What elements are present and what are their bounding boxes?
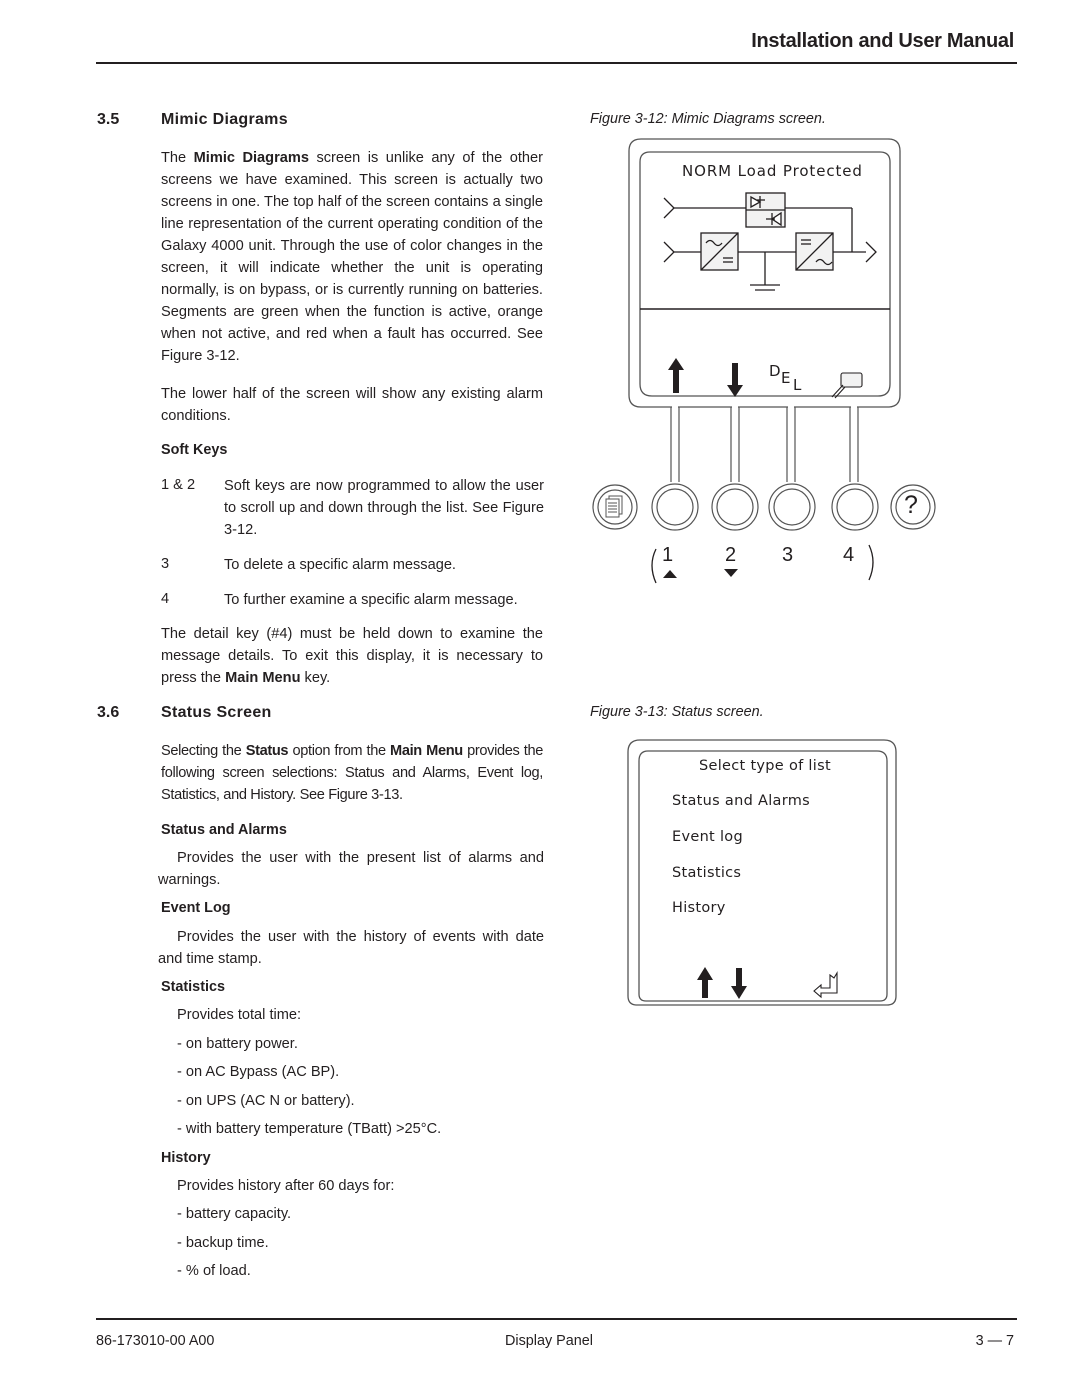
section-number: 3.6 — [97, 704, 120, 721]
rectifier-icon — [700, 232, 739, 271]
delete-icon-d: D — [769, 362, 781, 380]
footer-doc-number: 86-173010-00 A00 — [96, 1333, 215, 1349]
bypass-input-arrow-icon — [663, 197, 675, 219]
status-screen-title: Select type of list — [699, 758, 831, 774]
document-icon — [605, 495, 623, 518]
statistics-heading: Statistics — [161, 979, 225, 995]
mimic-status-text: NORM Load Protected — [682, 162, 863, 180]
section-title: Mimic Diagrams — [161, 111, 288, 128]
soft-key-description: To further examine a specific alarm mess… — [224, 592, 518, 608]
delete-icon-l: L — [793, 376, 802, 394]
mimic-intro-paragraph: The Mimic Diagrams screen is unlike any … — [161, 150, 543, 364]
statistics-item: - on AC Bypass (AC BP). — [177, 1064, 340, 1080]
footer-rule — [96, 1318, 1017, 1320]
softkey-1-button — [651, 483, 699, 531]
arrow-down-icon — [727, 363, 743, 397]
statistics-intro: Provides total time: — [177, 1007, 302, 1023]
status-menu-item-status-alarms[interactable]: Status and Alarms — [672, 793, 810, 809]
softkey-number-1: 1 — [662, 544, 674, 566]
section-number: 3.5 — [97, 111, 120, 128]
help-icon[interactable]: ? — [904, 491, 918, 520]
event-log-heading: Event Log — [161, 900, 231, 916]
header-rule — [96, 62, 1017, 64]
figure-3-12-caption: Figure 3-12: Mimic Diagrams screen. — [590, 111, 826, 127]
magnify-detail-icon — [831, 372, 863, 399]
triangle-down-icon — [724, 569, 738, 577]
figure-3-13-caption: Figure 3-13: Status screen. — [590, 704, 764, 720]
arrow-down-icon — [731, 968, 747, 999]
output-arrow-icon — [865, 241, 877, 263]
section-title: Status Screen — [161, 704, 272, 721]
softkey-4-button — [831, 483, 879, 531]
arrow-up-icon — [697, 967, 713, 998]
softkey-2-button — [711, 483, 759, 531]
right-bracket — [868, 544, 874, 581]
inverter-icon — [795, 232, 834, 271]
status-alarms-heading: Status and Alarms — [161, 822, 287, 838]
document-header-title: Installation and User Manual — [751, 30, 1014, 52]
soft-key-number: 4 — [161, 591, 170, 607]
arrow-up-icon — [668, 358, 684, 393]
left-bracket — [651, 548, 657, 584]
triangle-up-icon — [663, 570, 677, 578]
status-menu-item-statistics[interactable]: Statistics — [672, 865, 741, 881]
softkey-number-4: 4 — [843, 544, 855, 566]
status-menu-item-event-log[interactable]: Event log — [672, 829, 743, 845]
softkey-3-button — [768, 483, 816, 531]
statistics-item: - with battery temperature (TBatt) >25°C… — [177, 1121, 442, 1137]
history-heading: History — [161, 1150, 211, 1166]
delete-icon-e: E — [781, 369, 791, 387]
soft-key-description: Soft keys are now programmed to allow th… — [224, 478, 544, 538]
soft-key-number: 3 — [161, 556, 170, 572]
statistics-item: - on UPS (AC N or battery). — [177, 1093, 355, 1109]
enter-icon — [813, 971, 838, 999]
mimic-diagram-figure — [592, 138, 936, 584]
softkey-number-2: 2 — [725, 544, 737, 566]
soft-keys-heading: Soft Keys — [161, 442, 228, 458]
footer-page-number: 3 — 7 — [975, 1333, 1014, 1349]
mains-input-arrow-icon — [663, 241, 675, 263]
history-item: - % of load. — [177, 1263, 251, 1279]
statistics-item: - on battery power. — [177, 1036, 298, 1052]
detail-key-paragraph: The detail key (#4) must be held down to… — [161, 626, 543, 686]
soft-key-description: To delete a specific alarm message. — [224, 557, 456, 573]
status-alarms-text: Provides the user with the present list … — [158, 850, 544, 888]
lower-half-paragraph: The lower half of the screen will show a… — [161, 386, 543, 424]
panel-outer-frame — [627, 739, 897, 1006]
history-intro: Provides history after 60 days for: — [177, 1178, 395, 1194]
status-menu-item-history[interactable]: History — [672, 900, 726, 916]
soft-key-number: 1 & 2 — [161, 477, 196, 493]
status-screen-figure — [627, 739, 897, 1006]
softkey-connectors — [670, 407, 859, 482]
status-intro-paragraph: Selecting the Status option from the Mai… — [161, 743, 543, 803]
history-item: - battery capacity. — [177, 1206, 292, 1222]
history-item: - backup time. — [177, 1235, 269, 1251]
event-log-text: Provides the user with the history of ev… — [158, 929, 544, 967]
softkey-number-3: 3 — [782, 544, 794, 566]
footer-section: Display Panel — [505, 1333, 593, 1349]
static-switch-icon — [745, 192, 786, 228]
